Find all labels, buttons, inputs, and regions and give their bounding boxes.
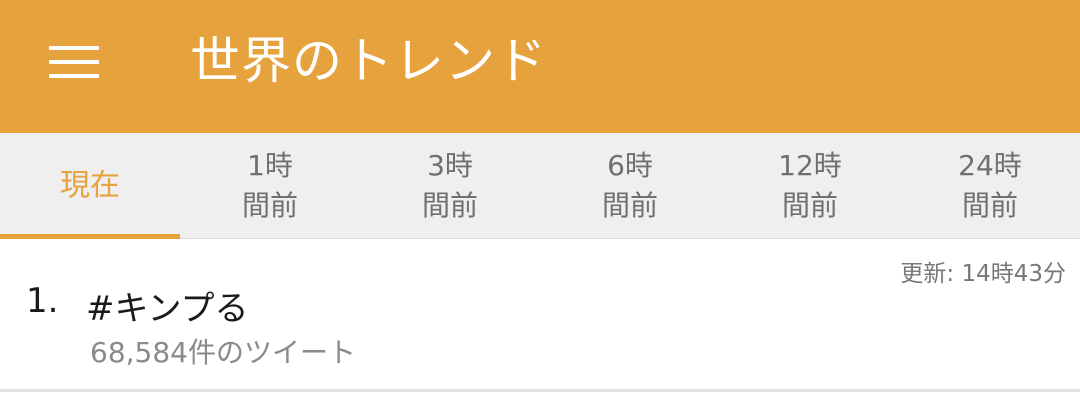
tab-label-line1: 12時 [778,149,842,182]
tab-label-line2: 間前 [241,189,298,222]
page-title: 世界のトレンド [190,32,547,90]
time-range-tabs: 現在 1時 間前 3時 間前 6時 間前 12時 間前 24時 間前 [0,133,1080,239]
tab-label-line2: 間前 [421,189,478,222]
trend-list-item[interactable]: 1. #キンプる 68,584件のツイート [0,239,1080,391]
tab-label-line1: 6時 [607,149,653,182]
menu-line [49,60,99,64]
trend-rank: 1. [26,281,59,321]
tab-12-hours-ago[interactable]: 12時 間前 [720,133,900,239]
tab-label-line1: 3時 [427,149,473,182]
list-divider [0,389,1080,392]
tab-label-line2: 間前 [781,189,838,222]
tab-label-line1: 24時 [958,149,1022,182]
tab-now[interactable]: 現在 [0,133,180,239]
tab-3-hours-ago[interactable]: 3時 間前 [360,133,540,239]
tab-label-line2: 間前 [601,189,658,222]
tab-label-line1: 1時 [247,149,293,182]
tab-1-hour-ago[interactable]: 1時 間前 [180,133,360,239]
menu-line [49,74,99,78]
menu-line [49,46,99,50]
tab-6-hours-ago[interactable]: 6時 間前 [540,133,720,239]
trend-hashtag: #キンプる [86,289,249,329]
tab-24-hours-ago[interactable]: 24時 間前 [900,133,1080,239]
trend-tweet-count: 68,584件のツイート [90,336,356,369]
tab-label-line2: 間前 [961,189,1018,222]
app-bar: 世界のトレンド [0,0,1080,133]
hamburger-menu-icon[interactable] [40,34,108,90]
tab-label: 現在 [60,168,120,203]
